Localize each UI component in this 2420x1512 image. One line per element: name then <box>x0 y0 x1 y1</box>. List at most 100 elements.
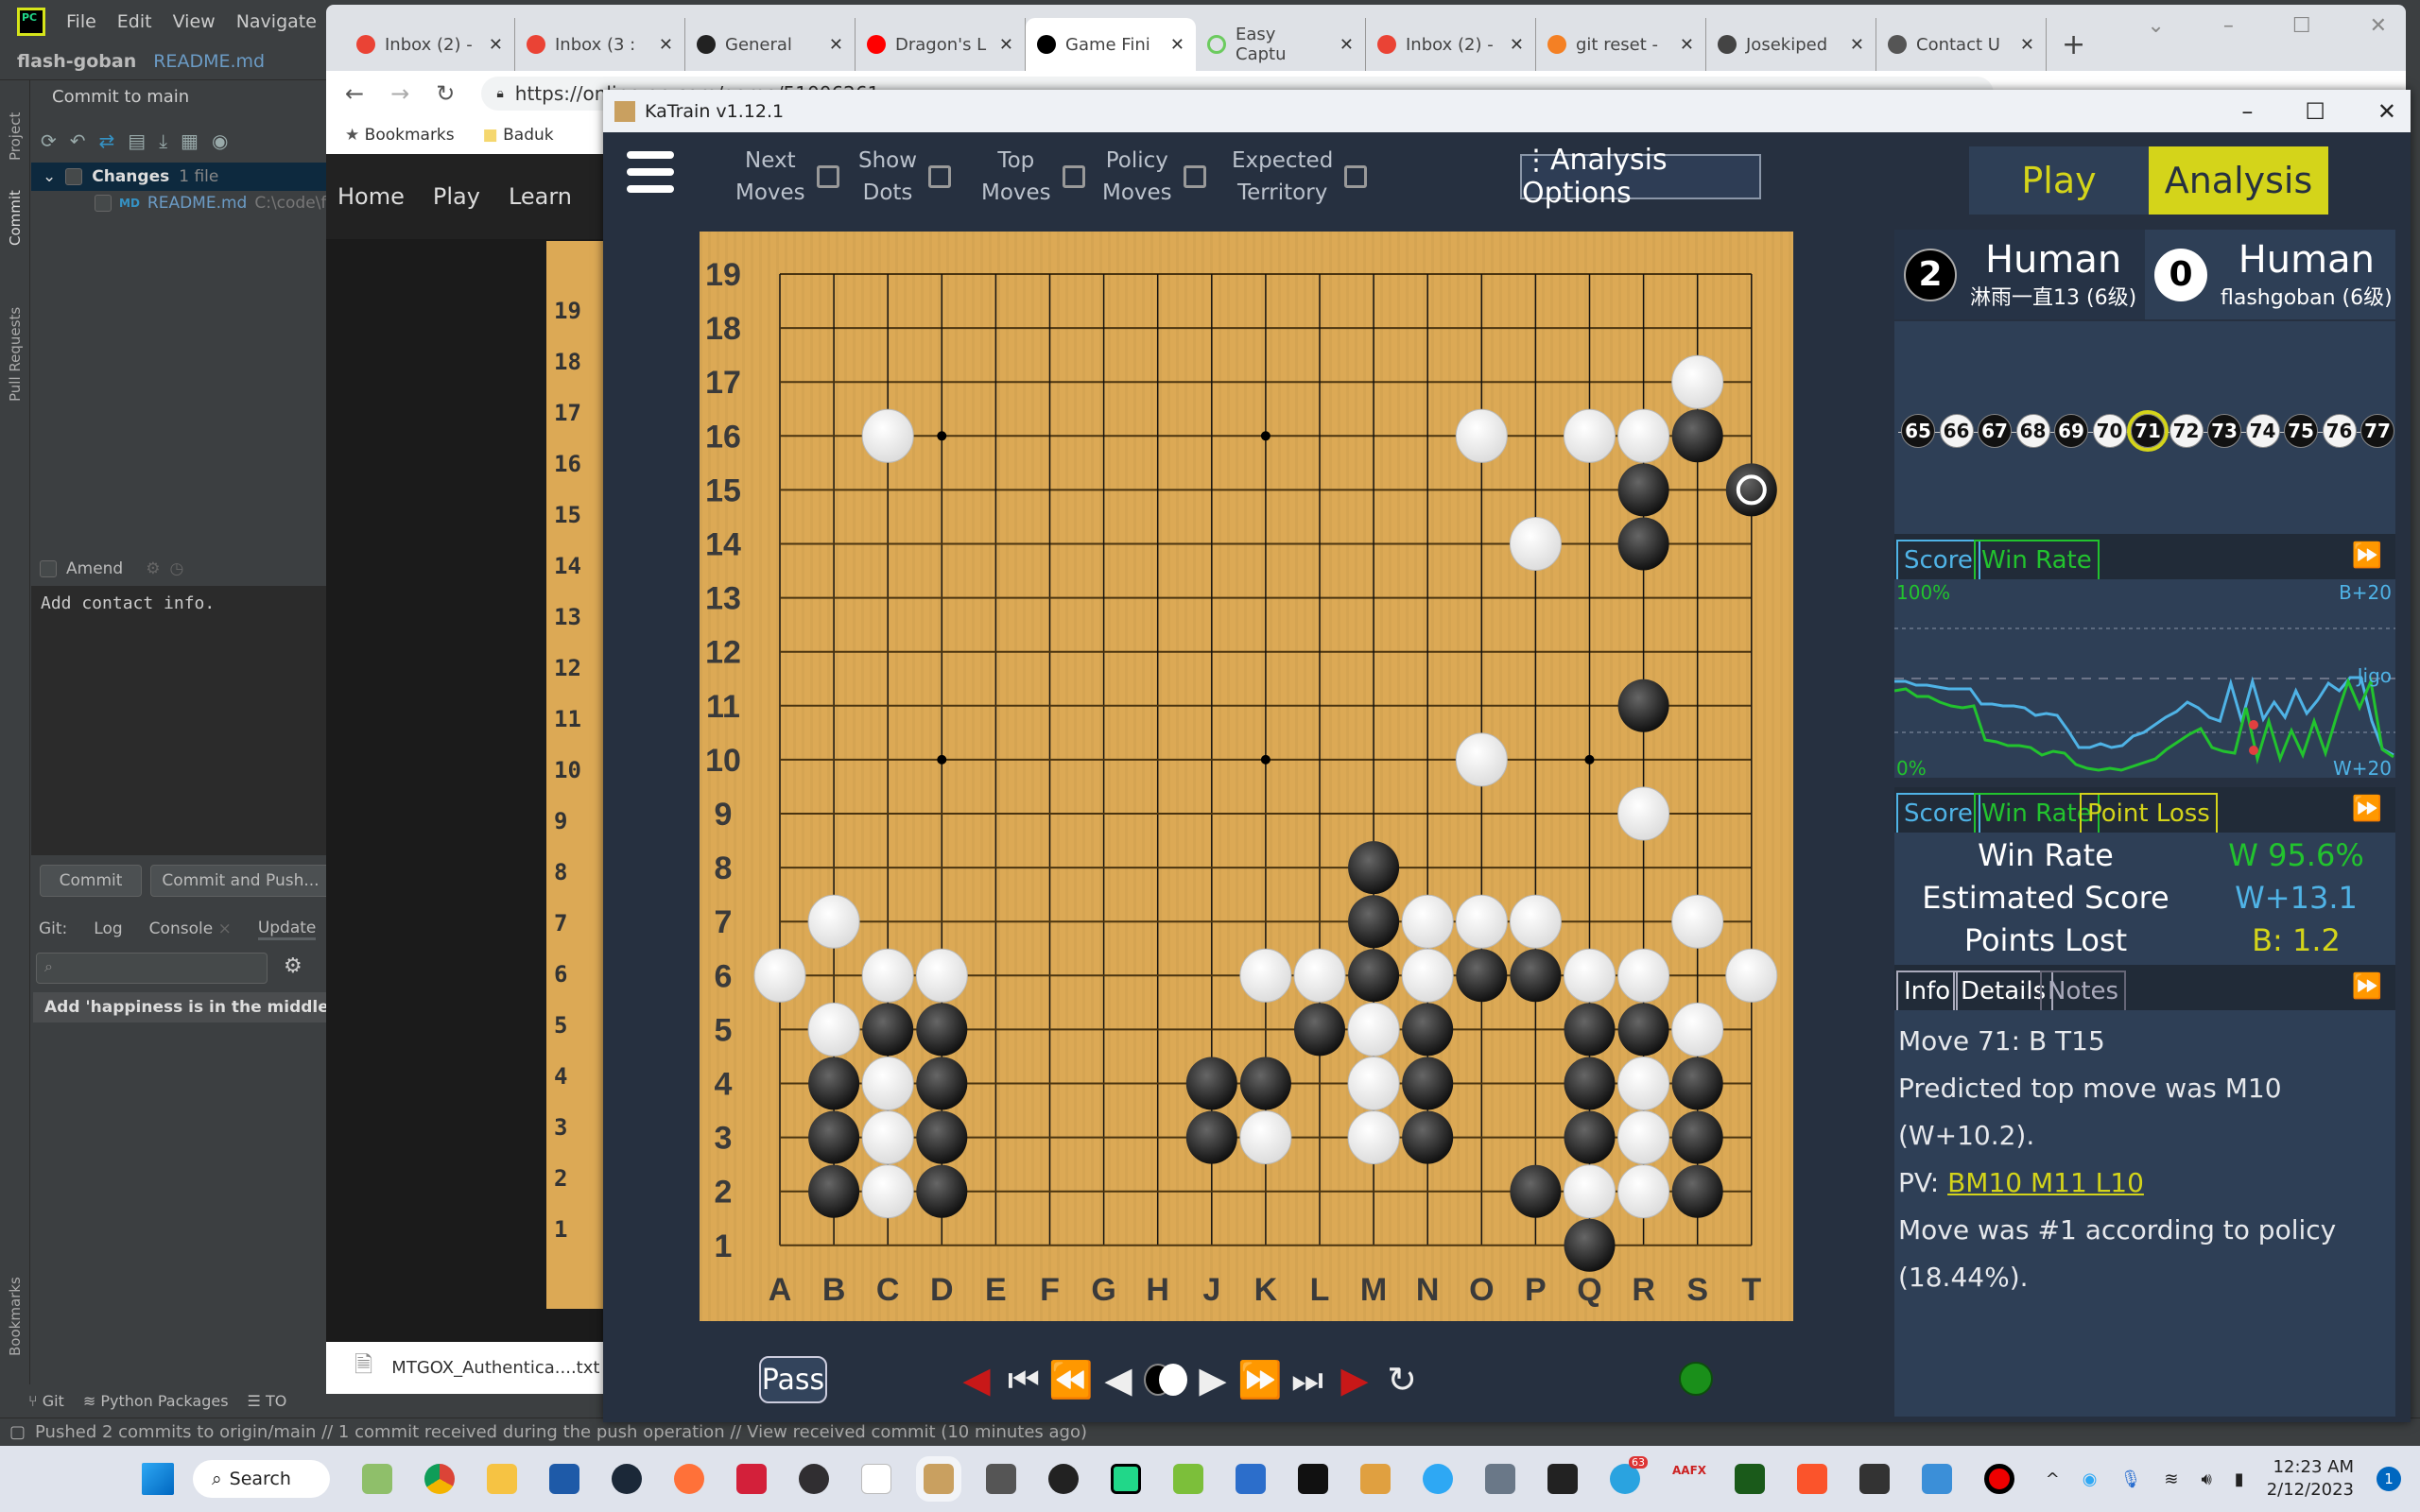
white-stone[interactable] <box>1401 894 1454 949</box>
app-dashboard-icon[interactable] <box>1922 1464 1952 1494</box>
powershell-icon[interactable] <box>1236 1464 1266 1494</box>
forward-one-icon[interactable]: ▶ <box>1189 1356 1236 1403</box>
changes-node[interactable]: ⌄ Changes 1 file <box>31 163 331 191</box>
amend-label[interactable]: Amend <box>66 559 123 578</box>
black-stone[interactable] <box>1725 463 1777 517</box>
app-gems-icon[interactable] <box>1360 1464 1391 1494</box>
hamburger-menu-icon[interactable] <box>627 151 674 193</box>
aafx-icon[interactable]: AAFX <box>1672 1464 1706 1494</box>
white-stone[interactable] <box>1347 1110 1400 1165</box>
black-stone[interactable] <box>916 1110 968 1164</box>
black-stone[interactable] <box>862 1003 914 1057</box>
white-stone[interactable] <box>1617 408 1670 463</box>
tab-close-icon[interactable]: ✕ <box>829 35 843 55</box>
quip-icon[interactable] <box>736 1464 767 1494</box>
record-icon[interactable] <box>1984 1464 2014 1494</box>
collapse-graph-icon[interactable]: ⏩ <box>2352 541 2382 570</box>
breadcrumb-project[interactable]: flash-goban <box>17 51 136 72</box>
bottom-tab-todo[interactable]: ☰ TO <box>248 1392 287 1410</box>
tab-close-icon[interactable]: ✕ <box>659 35 673 55</box>
volume-icon[interactable]: 🔊︎ <box>2201 1469 2211 1489</box>
next-mistake-icon[interactable]: ▶ <box>1331 1356 1378 1403</box>
tab-close-icon[interactable]: ✕ <box>999 35 1013 55</box>
white-stone[interactable] <box>1455 732 1508 787</box>
white-stone[interactable] <box>861 1057 914 1110</box>
graph-tab-score[interactable]: Score <box>1896 540 1980 579</box>
tab-close-icon[interactable]: ✕ <box>1850 35 1864 55</box>
browser-tab[interactable]: General ✕ <box>685 18 856 71</box>
white-stone[interactable] <box>1671 1002 1724 1057</box>
tab-close-icon[interactable]: ✕ <box>1510 35 1524 55</box>
toggle-next-moves[interactable]: Next Moves <box>735 145 839 209</box>
app-flame-icon[interactable] <box>1048 1464 1079 1494</box>
bottom-tab-git[interactable]: ⑂ Git <box>28 1392 64 1410</box>
white-stone[interactable] <box>1564 948 1616 1003</box>
menu-navigate[interactable]: Navigate <box>236 11 317 32</box>
file-checkbox[interactable] <box>95 195 112 212</box>
app-green-icon[interactable] <box>1735 1464 1765 1494</box>
bookmark-all[interactable]: ★ Bookmarks <box>345 126 455 145</box>
black-stone[interactable] <box>1402 1003 1454 1057</box>
browser-tab[interactable]: Inbox (2) - ✕ <box>345 18 515 71</box>
white-player[interactable]: 0 Human flashgoban (6级) <box>2145 230 2395 319</box>
browser-tab[interactable]: Inbox (3 : ✕ <box>515 18 685 71</box>
menu-edit[interactable]: Edit <box>117 11 152 32</box>
gear-icon[interactable]: ⚙ <box>146 559 160 578</box>
white-stone[interactable] <box>1347 1002 1400 1057</box>
move-node[interactable]: 70 <box>2092 414 2127 448</box>
black-stone[interactable] <box>1671 1057 1723 1110</box>
black-stone[interactable] <box>1185 1057 1237 1110</box>
black-stone[interactable] <box>1456 949 1508 1003</box>
black-stone[interactable] <box>808 1057 860 1110</box>
toggle-checkbox[interactable] <box>1062 165 1085 188</box>
close-icon[interactable]: ✕ <box>2377 98 2396 125</box>
chevron-up-icon[interactable]: ^ <box>2046 1469 2060 1489</box>
pass-button[interactable]: Pass <box>759 1356 827 1403</box>
black-stone[interactable] <box>1348 949 1400 1003</box>
toggle-checkbox[interactable] <box>1183 165 1206 188</box>
white-stone[interactable] <box>861 1164 914 1219</box>
black-stone[interactable] <box>1617 1003 1669 1057</box>
group-icon[interactable]: ▦ <box>181 129 199 152</box>
app-terminal-icon[interactable] <box>1547 1464 1578 1494</box>
move-node[interactable]: 72 <box>2169 414 2204 448</box>
rollback-icon[interactable]: ↶ <box>70 129 86 152</box>
windows-terminal-icon[interactable] <box>1859 1464 1890 1494</box>
app-star-icon[interactable] <box>986 1464 1016 1494</box>
move-node[interactable]: 73 <box>2207 414 2241 448</box>
maximize-icon[interactable]: ☐ <box>2305 98 2325 125</box>
black-stone[interactable] <box>1294 1003 1345 1057</box>
forward-ten-icon[interactable]: ⏩ <box>1236 1356 1284 1403</box>
black-stone[interactable] <box>1617 679 1669 732</box>
browser-tab[interactable]: Contact U ✕ <box>1876 18 2047 71</box>
black-stone[interactable] <box>1617 517 1669 571</box>
taskbar-search[interactable]: ⌕ Search <box>193 1460 330 1498</box>
black-stone[interactable] <box>1402 1057 1454 1110</box>
go-to-end-icon[interactable]: ⏭ <box>1284 1356 1331 1403</box>
ogs-nav-home[interactable]: Home <box>337 183 405 210</box>
back-ten-icon[interactable]: ⏪ <box>1047 1356 1095 1403</box>
commit-and-push-button[interactable]: Commit and Push... <box>150 865 331 897</box>
tab-notes[interactable]: Notes <box>2040 971 2127 1010</box>
white-stone[interactable] <box>861 408 914 463</box>
white-stone[interactable] <box>807 1002 860 1057</box>
stats-tab-pointloss[interactable]: Point Loss <box>2080 793 2218 833</box>
menu-view[interactable]: View <box>173 11 216 32</box>
black-stone[interactable] <box>916 1164 968 1218</box>
reload-icon[interactable]: ↻ <box>436 80 455 107</box>
move-node[interactable]: 74 <box>2245 414 2280 448</box>
diff-icon[interactable]: ⇄ <box>99 129 115 152</box>
file-explorer-icon[interactable] <box>487 1464 517 1494</box>
browser-tab[interactable]: Inbox (2) - ✕ <box>1366 18 1536 71</box>
white-stone[interactable] <box>861 1110 914 1165</box>
white-stone[interactable] <box>1617 1057 1670 1110</box>
status-message[interactable]: Pushed 2 commits to origin/main // 1 com… <box>35 1422 1087 1442</box>
close-icon[interactable]: × <box>218 919 232 938</box>
black-stone[interactable] <box>1564 1057 1616 1110</box>
back-one-icon[interactable]: ◀ <box>1095 1356 1142 1403</box>
white-stone[interactable] <box>915 948 968 1003</box>
log-settings-gear-icon[interactable]: ⚙ <box>284 954 302 978</box>
white-stone[interactable] <box>1293 948 1346 1003</box>
browser-tab[interactable]: Easy Captu ✕ <box>1196 18 1366 71</box>
move-node[interactable]: 77 <box>2360 414 2394 448</box>
